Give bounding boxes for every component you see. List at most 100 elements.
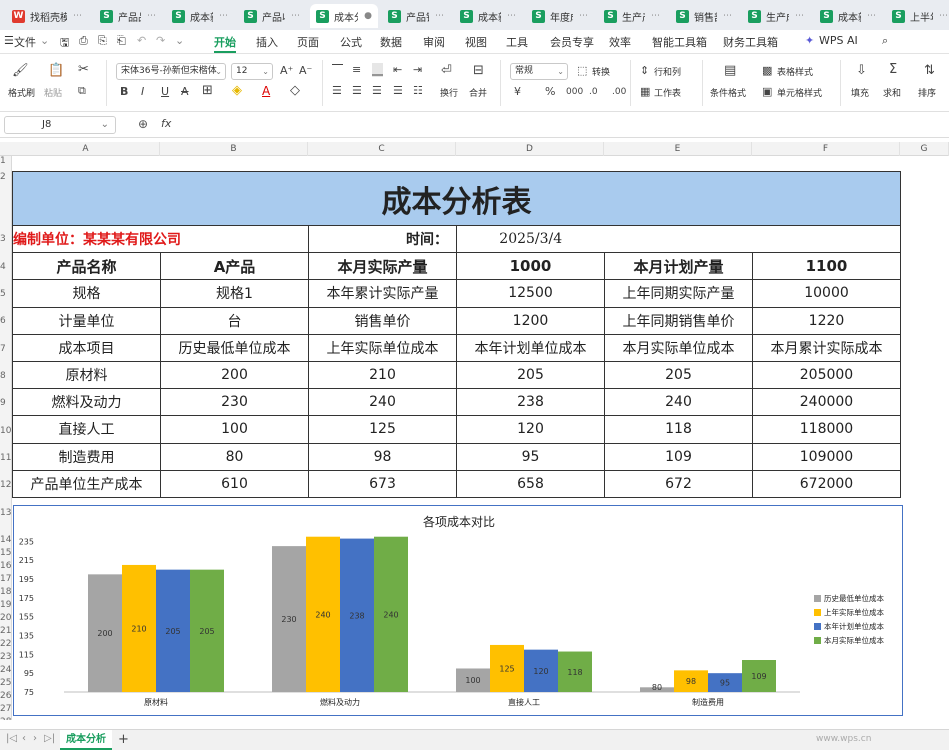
table-cell[interactable]: 本月计划产量 bbox=[604, 252, 753, 281]
underline-icon[interactable]: U bbox=[161, 85, 169, 99]
name-box-chevron-icon[interactable]: ⌄ bbox=[101, 117, 109, 133]
table-cell[interactable]: 计量单位 bbox=[12, 306, 161, 335]
tab-more-icon[interactable]: ⋯ bbox=[579, 11, 588, 21]
percent-icon[interactable]: % bbox=[545, 85, 555, 99]
table-cell[interactable]: 上年同期实际产量 bbox=[604, 279, 753, 308]
menu-item[interactable]: 会员专享 bbox=[550, 34, 594, 50]
table-cell[interactable]: 240000 bbox=[752, 388, 901, 417]
row-header[interactable]: 22 bbox=[0, 639, 11, 649]
table-cell[interactable]: 672000 bbox=[752, 469, 901, 498]
italic-icon[interactable]: I bbox=[141, 85, 144, 99]
table-cell[interactable]: 210 bbox=[308, 360, 457, 390]
table-style-icon[interactable]: ▩ bbox=[762, 64, 772, 78]
row-header[interactable]: 11 bbox=[0, 453, 11, 463]
save-icon[interactable]: 🖫 bbox=[60, 34, 69, 53]
table-cell[interactable]: 燃料及动力 bbox=[12, 388, 161, 417]
table-cell[interactable]: 118 bbox=[604, 415, 753, 444]
row-header[interactable]: 17 bbox=[0, 574, 11, 584]
table-cell[interactable]: A产品 bbox=[160, 252, 309, 281]
wrap-text-label[interactable]: 换行 bbox=[440, 86, 458, 99]
sort-label[interactable]: 排序 bbox=[918, 86, 936, 99]
table-cell[interactable]: 230 bbox=[160, 388, 309, 417]
first-sheet-icon[interactable]: |◁ bbox=[6, 733, 17, 744]
align-top-icon[interactable]: ⎺ bbox=[332, 63, 343, 77]
row-header[interactable]: 27 bbox=[0, 704, 11, 714]
align-center-icon[interactable]: ☰ bbox=[352, 84, 362, 98]
row-header[interactable]: 16 bbox=[0, 561, 11, 571]
menu-item[interactable]: 公式 bbox=[340, 34, 362, 50]
document-tab[interactable]: S 生产产 ⋯ bbox=[598, 4, 666, 28]
wps-ai-button[interactable]: WPS AI bbox=[819, 34, 858, 47]
menu-item[interactable]: 效率 bbox=[609, 34, 631, 50]
indent-decrease-icon[interactable]: ⇤ bbox=[393, 63, 402, 77]
align-bottom-icon[interactable]: ⎽ bbox=[372, 63, 383, 77]
table-cell[interactable]: 125 bbox=[308, 415, 457, 444]
column-header[interactable]: C bbox=[308, 142, 456, 156]
document-tab[interactable]: S 产品品 ⋯ bbox=[94, 4, 162, 28]
table-cell[interactable]: 规格1 bbox=[160, 279, 309, 308]
menu-item[interactable]: 视图 bbox=[465, 34, 487, 50]
print-preview-icon[interactable]: ⎗ bbox=[117, 34, 126, 48]
strikethrough-icon[interactable]: A bbox=[181, 85, 189, 99]
table-cell[interactable]: 原材料 bbox=[12, 360, 161, 390]
active-dot-icon[interactable]: ● bbox=[364, 11, 372, 21]
sheet-title[interactable]: 成本分析表 bbox=[12, 171, 901, 226]
rows-cols-label[interactable]: 行和列 bbox=[654, 65, 681, 78]
row-header[interactable]: 23 bbox=[0, 652, 11, 662]
clear-format-icon[interactable]: ◇ bbox=[290, 84, 300, 98]
search-icon[interactable]: ⌕ bbox=[882, 34, 888, 48]
table-cell[interactable]: 1000 bbox=[456, 252, 605, 281]
tab-more-icon[interactable]: ⋯ bbox=[507, 11, 516, 21]
tab-more-icon[interactable]: ⋯ bbox=[435, 11, 444, 21]
row-header[interactable]: 7 bbox=[0, 344, 11, 354]
row-header[interactable]: 6 bbox=[0, 316, 11, 326]
company-unit-cell[interactable]: 编制单位：某某某有限公司 bbox=[12, 224, 309, 254]
menu-item[interactable]: 工具 bbox=[506, 34, 528, 50]
row-header[interactable]: 19 bbox=[0, 600, 11, 610]
menu-item[interactable]: 财务工具箱 bbox=[723, 34, 778, 50]
sum-icon[interactable]: Σ bbox=[889, 63, 897, 77]
column-header[interactable]: G bbox=[900, 142, 949, 156]
tab-more-icon[interactable]: ⋯ bbox=[651, 11, 660, 21]
redo-icon[interactable]: ↷ bbox=[156, 34, 165, 47]
column-header[interactable]: B bbox=[160, 142, 308, 156]
row-header[interactable]: 28 bbox=[0, 717, 11, 720]
wps-ai-icon[interactable]: ✦ bbox=[805, 34, 814, 47]
align-right-icon[interactable]: ☰ bbox=[372, 84, 382, 98]
table-cell[interactable]: 205 bbox=[456, 360, 605, 390]
undo-icon[interactable]: ↶ bbox=[137, 34, 146, 47]
hamburger-menu-icon[interactable]: ☰ bbox=[4, 34, 14, 47]
document-tab[interactable]: S 产品销 ⋯ bbox=[382, 4, 450, 28]
document-tab[interactable]: S 成本新 ⋯ bbox=[814, 4, 882, 28]
add-sheet-button[interactable]: + bbox=[118, 732, 129, 747]
table-cell[interactable]: 台 bbox=[160, 306, 309, 335]
print-icon[interactable]: ⎘ bbox=[98, 34, 107, 48]
currency-icon[interactable]: ¥ bbox=[514, 85, 521, 99]
file-menu-chevron-icon[interactable]: ⌄ bbox=[40, 34, 49, 47]
cell-style-label[interactable]: 单元格样式 bbox=[777, 86, 822, 99]
table-cell[interactable]: 1220 bbox=[752, 306, 901, 335]
table-cell[interactable]: 80 bbox=[160, 442, 309, 471]
table-cell[interactable]: 238 bbox=[456, 388, 605, 417]
file-menu[interactable]: 文件 bbox=[14, 34, 36, 50]
row-header[interactable]: 26 bbox=[0, 691, 11, 701]
table-cell[interactable]: 240 bbox=[604, 388, 753, 417]
document-tab[interactable]: S 上半年 ⋯ bbox=[886, 4, 949, 28]
row-header[interactable]: 1 bbox=[0, 156, 11, 166]
next-sheet-icon[interactable]: › bbox=[33, 733, 37, 744]
row-header[interactable]: 5 bbox=[0, 289, 11, 299]
row-header[interactable]: 13 bbox=[0, 508, 11, 518]
menu-item[interactable]: 页面 bbox=[297, 34, 319, 50]
paste-label[interactable]: 粘贴 bbox=[44, 86, 62, 99]
row-header[interactable]: 12 bbox=[0, 480, 11, 490]
table-cell[interactable]: 100 bbox=[160, 415, 309, 444]
table-cell[interactable]: 本年计划单位成本 bbox=[456, 333, 605, 362]
convert-label[interactable]: 转换 bbox=[592, 65, 610, 78]
table-cell[interactable]: 销售单价 bbox=[308, 306, 457, 335]
tab-more-icon[interactable]: ⋯ bbox=[795, 11, 804, 21]
row-header[interactable]: 2 bbox=[0, 172, 11, 182]
name-box[interactable]: J8 ⌄ bbox=[4, 116, 116, 134]
table-cell[interactable]: 673 bbox=[308, 469, 457, 498]
align-middle-icon[interactable]: ≡ bbox=[352, 63, 361, 77]
decrease-decimal-icon[interactable]: .00 bbox=[612, 85, 626, 99]
